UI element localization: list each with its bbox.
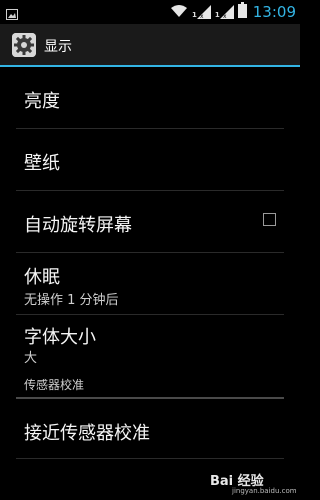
list-item-font-size[interactable]: 字体大小 大 (16, 315, 284, 367)
section-header-label: 传感器校准 (24, 378, 85, 392)
page-title: 显示 (44, 39, 72, 55)
battery-icon (237, 2, 247, 22)
list-item-title: 自动旋转屏幕 (24, 215, 132, 236)
watermark-url: jingyan.baidu.com (232, 487, 297, 495)
settings-list: 亮度 壁纸 自动旋转屏幕 休眠 无操作 1 分钟后 字体大小 大 传感器校准 接… (0, 67, 300, 459)
list-item-sleep[interactable]: 休眠 无操作 1 分钟后 (16, 253, 284, 315)
list-item-title: 休眠 (24, 267, 60, 288)
list-item-brightness[interactable]: 亮度 (16, 67, 284, 129)
settings-gear-icon[interactable] (12, 33, 36, 57)
list-item-title: 壁纸 (24, 153, 60, 174)
svg-text:x: x (223, 13, 227, 19)
wifi-icon (170, 3, 188, 22)
list-item-title: 字体大小 (24, 327, 96, 348)
baidu-jingyan-watermark: Bai 经验 jingyan.baidu.com (210, 470, 297, 496)
auto-rotate-checkbox[interactable] (263, 213, 276, 226)
image-notification-icon (6, 5, 18, 24)
list-item-proximity-calibration[interactable]: 接近传感器校准 (16, 399, 284, 459)
signal-icon: 1 x (215, 5, 234, 19)
signal-icon: 1 x (192, 5, 211, 19)
list-item-wallpaper[interactable]: 壁纸 (16, 129, 284, 191)
status-bar: 1 x 1 x 13:09 (0, 0, 300, 24)
status-clock: 13:09 (252, 3, 296, 21)
section-header: 传感器校准 (16, 367, 284, 399)
svg-text:x: x (200, 13, 204, 19)
list-item-summary: 无操作 1 分钟后 (24, 293, 119, 308)
list-item-auto-rotate[interactable]: 自动旋转屏幕 (16, 191, 284, 253)
list-item-title: 亮度 (24, 91, 60, 112)
list-item-summary: 大 (24, 351, 38, 366)
action-bar: 显示 (0, 24, 300, 67)
list-item-title: 接近传感器校准 (24, 423, 150, 444)
